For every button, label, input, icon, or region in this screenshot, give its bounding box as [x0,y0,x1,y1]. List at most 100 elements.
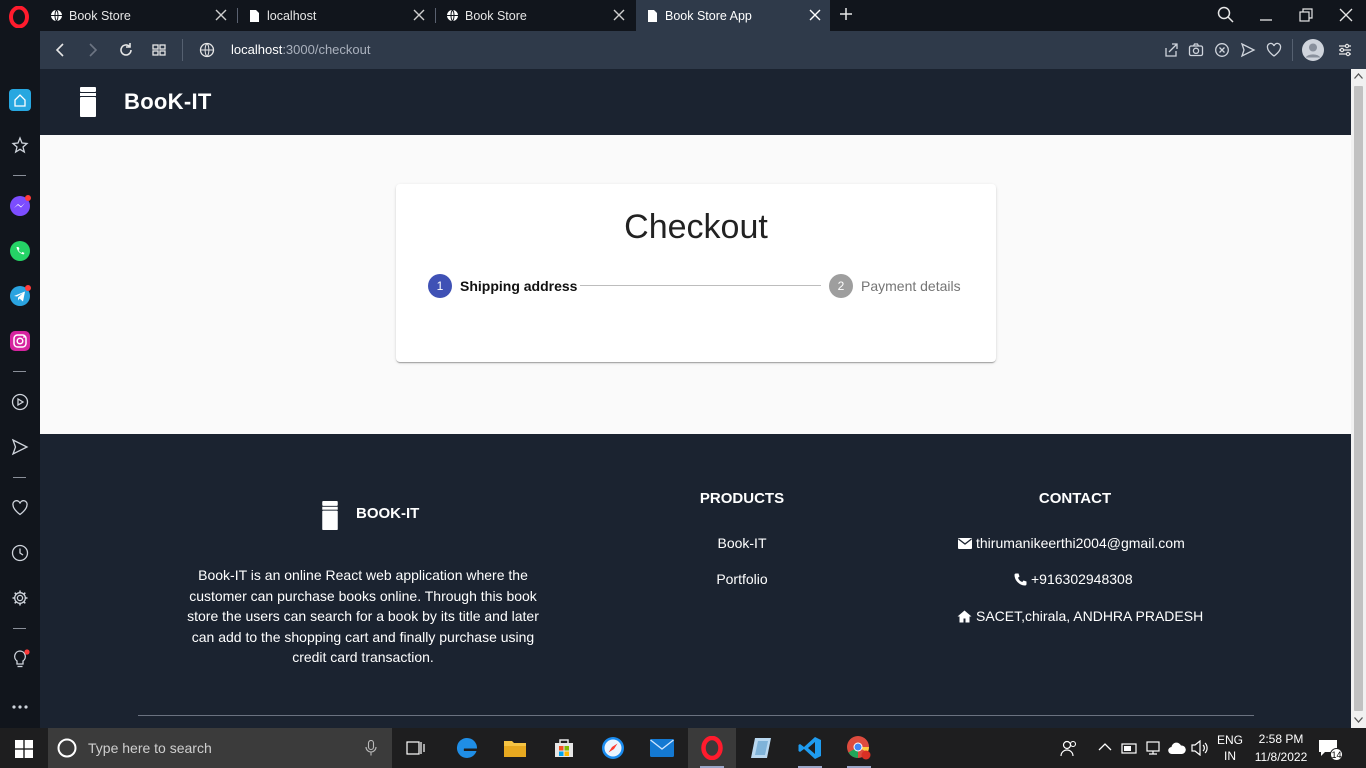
contact-phone-text: +916302948308 [1031,571,1133,587]
chrome-icon[interactable] [835,728,883,768]
more-options-icon[interactable] [9,696,31,718]
globe-icon [50,9,63,22]
home-icon[interactable] [9,89,31,111]
tab-book-store-1[interactable]: Book Store [40,0,236,31]
checkout-title: Checkout [624,208,768,246]
tips-lightbulb-icon[interactable] [9,648,31,670]
volume-icon[interactable] [1191,740,1209,756]
taskbar-search-box[interactable]: Type here to search [48,728,392,768]
back-icon[interactable] [52,42,68,58]
app-icon[interactable] [737,728,785,768]
phone-icon [1014,573,1027,585]
address-toolbar: localhost:3000/checkout [40,31,1366,69]
reload-icon[interactable] [118,42,134,58]
tab-label: Book Store App [665,8,752,23]
forward-icon[interactable] [85,42,101,58]
microsoft-store-icon[interactable] [540,728,588,768]
footer-description: Book-IT is an online React web applicati… [187,567,539,665]
scroll-up-arrow-icon[interactable] [1354,73,1363,79]
scroll-down-arrow-icon[interactable] [1354,717,1363,723]
close-tab-icon[interactable] [612,8,626,22]
whatsapp-icon[interactable] [9,240,31,262]
language-indicator[interactable]: ENG IN [1214,732,1246,764]
close-tab-icon[interactable] [412,8,426,22]
site-info-globe-icon[interactable] [199,42,215,58]
search-circle-icon [57,738,77,758]
windows-start-icon[interactable] [15,740,33,758]
tab-localhost[interactable]: localhost [238,0,434,31]
new-tab-icon[interactable] [838,6,854,22]
app-brand-title[interactable]: BooK-IT [124,89,212,115]
step-1-circle: 1 [428,274,452,298]
opera-taskbar-icon[interactable] [688,728,736,768]
file-explorer-icon[interactable] [491,728,539,768]
minimize-icon[interactable] [1256,5,1276,25]
clock[interactable]: 2:58 PM 11/8/2022 [1250,731,1312,765]
instagram-icon[interactable] [9,330,31,352]
page-scrollbar[interactable] [1351,69,1366,728]
heart-icon[interactable] [1266,42,1282,58]
task-view-icon[interactable] [392,728,440,768]
contact-email[interactable]: thirumanikeerthi2004@gmail.com [958,535,1185,551]
my-flow-icon[interactable] [9,436,31,458]
easy-setup-icon[interactable] [1337,42,1353,58]
tab-search-icon[interactable] [1216,5,1236,25]
profile-avatar-icon[interactable] [1302,39,1324,61]
onedrive-cloud-icon[interactable] [1168,741,1186,755]
step-1-label: Shipping address [460,278,578,294]
contact-email-text: thirumanikeerthi2004@gmail.com [976,535,1185,551]
bookmarks-heart-icon[interactable] [9,497,31,519]
opera-sidebar [0,31,40,728]
notification-center-button[interactable]: 14 [1318,737,1343,761]
vscode-icon[interactable] [786,728,834,768]
microphone-icon[interactable] [365,740,377,756]
messenger-icon[interactable] [9,195,31,217]
product-link-book-it[interactable]: Book-IT [682,535,802,551]
envelope-icon [958,537,972,549]
edge-browser-icon[interactable] [443,728,491,768]
telegram-icon[interactable] [9,285,31,307]
ad-blocker-icon[interactable] [1214,42,1230,58]
url-path: :3000/checkout [282,42,371,57]
player-icon[interactable] [9,391,31,413]
opera-logo-icon[interactable] [8,6,30,28]
network-icon[interactable] [1144,740,1162,756]
history-clock-icon[interactable] [9,542,31,564]
url-host: localhost [231,42,283,57]
language-code: ENG [1216,733,1243,747]
search-placeholder: Type here to search [88,740,212,756]
book-logo-icon[interactable] [78,86,98,118]
people-icon[interactable] [1060,739,1078,757]
tab-book-store-2[interactable]: Book Store [436,0,634,31]
close-window-icon[interactable] [1336,5,1356,25]
tab-book-store-app[interactable]: Book Store App [636,0,830,31]
products-heading: PRODUCTS [699,490,785,507]
share-icon[interactable] [1163,42,1179,58]
address-field[interactable]: localhost:3000/checkout [231,42,371,57]
send-icon[interactable] [1240,42,1256,58]
close-tab-icon[interactable] [214,8,228,22]
mail-icon[interactable] [638,728,686,768]
clock-date: 11/8/2022 [1254,750,1308,764]
tab-label: Book Store [69,8,131,23]
app-header: BooK-IT [40,69,1351,135]
battery-icon[interactable] [1120,740,1138,756]
notification-count-badge: 14 [1330,748,1343,761]
page-icon [248,9,261,22]
scrollbar-thumb[interactable] [1354,86,1363,711]
windows-taskbar: Type here to search ENG IN 2:58 PM 11/8/… [0,728,1366,768]
close-tab-icon[interactable] [808,8,822,22]
site-footer: BOOK-IT Book-IT is an online React web a… [40,434,1351,728]
show-hidden-icons-chevron-icon[interactable] [1098,742,1112,752]
restore-icon[interactable] [1296,5,1316,25]
clock-time: 2:58 PM [1258,732,1304,746]
contact-phone[interactable]: +916302948308 [1014,571,1133,587]
safari-compass-icon[interactable] [589,728,637,768]
tab-label: Book Store [465,8,527,23]
snapshot-icon[interactable] [1188,42,1204,58]
product-link-portfolio[interactable]: Portfolio [682,571,802,587]
contact-address-text: SACET,chirala, ANDHRA PRADESH [976,608,1204,624]
tabs-grid-icon[interactable] [151,42,167,58]
settings-gear-icon[interactable] [9,587,31,609]
speed-dial-star-icon[interactable] [9,134,31,156]
